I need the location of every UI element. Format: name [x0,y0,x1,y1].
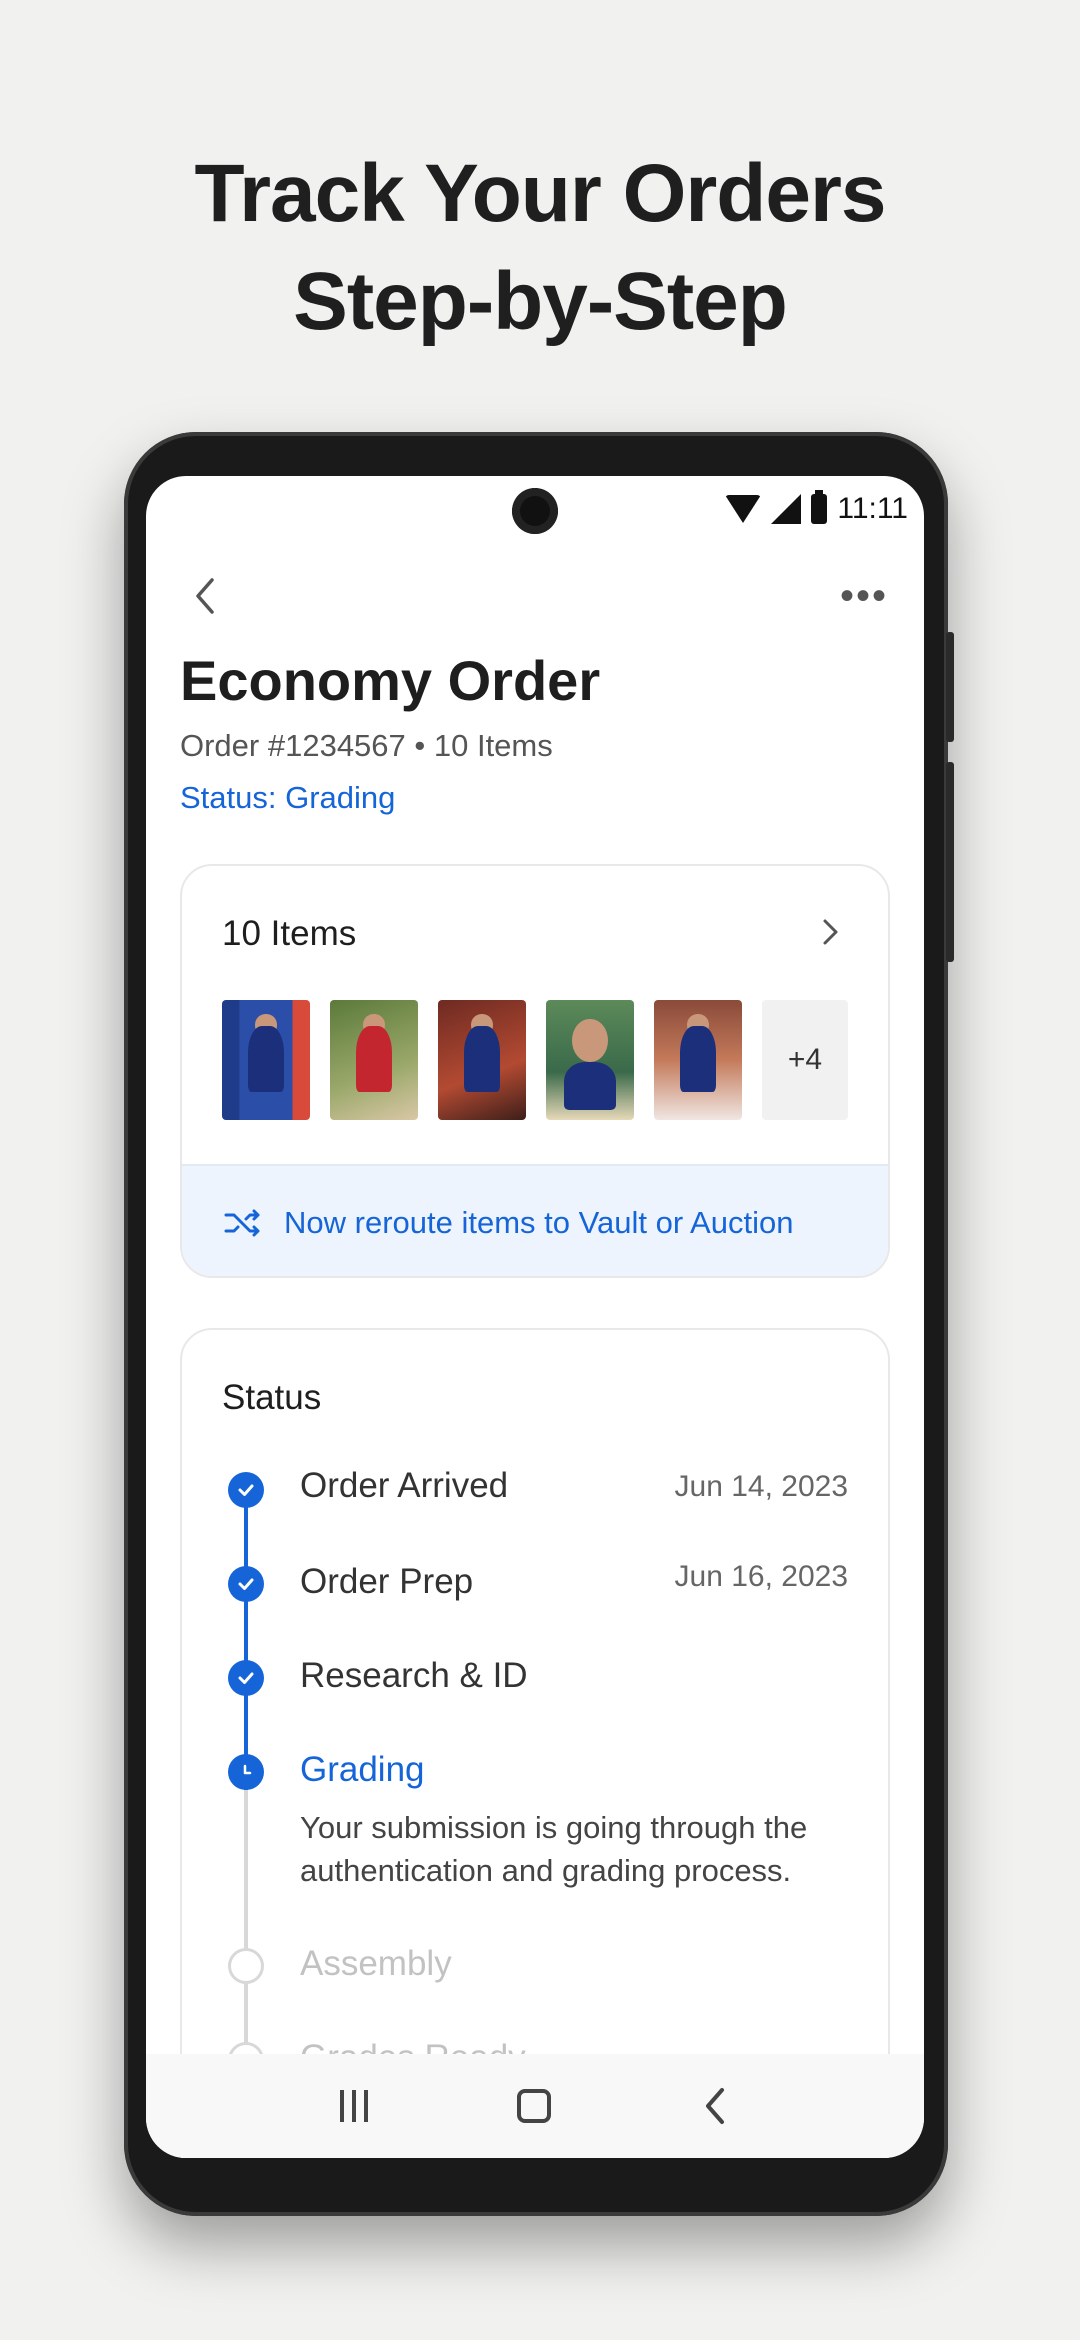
clock: 11:11 [837,492,908,525]
volume-button [946,632,954,742]
step-label: Assembly [300,1944,452,1983]
home-icon[interactable] [516,2089,551,2123]
more-items-tile[interactable]: +4 [762,1000,848,1120]
more-options-icon[interactable]: ••• [840,576,888,616]
promo-headline: Track Your Orders Step-by-Step [0,140,1080,356]
card-thumbnail[interactable] [546,1000,634,1120]
item-thumbnails: +4 [222,1000,848,1120]
front-camera [512,488,558,534]
items-heading: 10 Items [222,914,357,953]
check-icon [228,1660,264,1696]
back-arrow-icon[interactable] [186,576,226,616]
app-screen: 11:11 ••• Economy Order Order #1234567 •… [146,476,924,2158]
check-icon [228,1566,264,1602]
page-title: Economy Order [180,649,601,712]
system-back-icon[interactable] [700,2086,730,2126]
headline-line-1: Track Your Orders [194,148,887,239]
step-label: Research & ID [300,1656,528,1695]
reroute-label: Now reroute items to Vault or Auction [284,1205,794,1240]
battery-icon [811,490,828,524]
signal-icon [771,494,802,524]
power-button [946,762,954,962]
recent-apps-icon[interactable] [340,2090,369,2122]
step-date: Jun 16, 2023 [674,1560,848,1593]
order-subtitle: Order #1234567 • 10 Items [180,728,553,763]
pending-circle-icon [228,1948,264,1984]
clock-icon [228,1754,264,1790]
timeline-progress [244,1490,248,1790]
reroute-banner[interactable]: Now reroute items to Vault or Auction [182,1164,888,1276]
step-label: Order Arrived [300,1466,509,1505]
status-card: Status Order Arrived Jun 14, 2023 Order … [180,1328,890,2158]
headline-line-2: Step-by-Step [293,256,788,347]
order-status: Status: Grading [180,780,396,815]
card-thumbnail[interactable] [654,1000,742,1120]
shuffle-icon [224,1209,260,1237]
system-navigation-bar [146,2054,924,2158]
step-date: Jun 14, 2023 [674,1470,848,1503]
step-label: Order Prep [300,1562,474,1601]
items-card[interactable]: 10 Items +4 Now reroute items to Vault o… [180,864,890,1278]
phone-frame: 11:11 ••• Economy Order Order #1234567 •… [124,432,954,2216]
chevron-right-icon[interactable] [816,918,844,946]
status-heading: Status [222,1378,322,1417]
card-thumbnail[interactable] [330,1000,418,1120]
wifi-icon [725,495,762,523]
check-icon [228,1472,264,1508]
card-thumbnail[interactable] [222,1000,310,1120]
card-thumbnail[interactable] [438,1000,526,1120]
step-description: Your submission is going through the aut… [300,1810,808,1888]
status-bar: 11:11 [725,486,908,532]
step-label: Grading [300,1750,425,1789]
